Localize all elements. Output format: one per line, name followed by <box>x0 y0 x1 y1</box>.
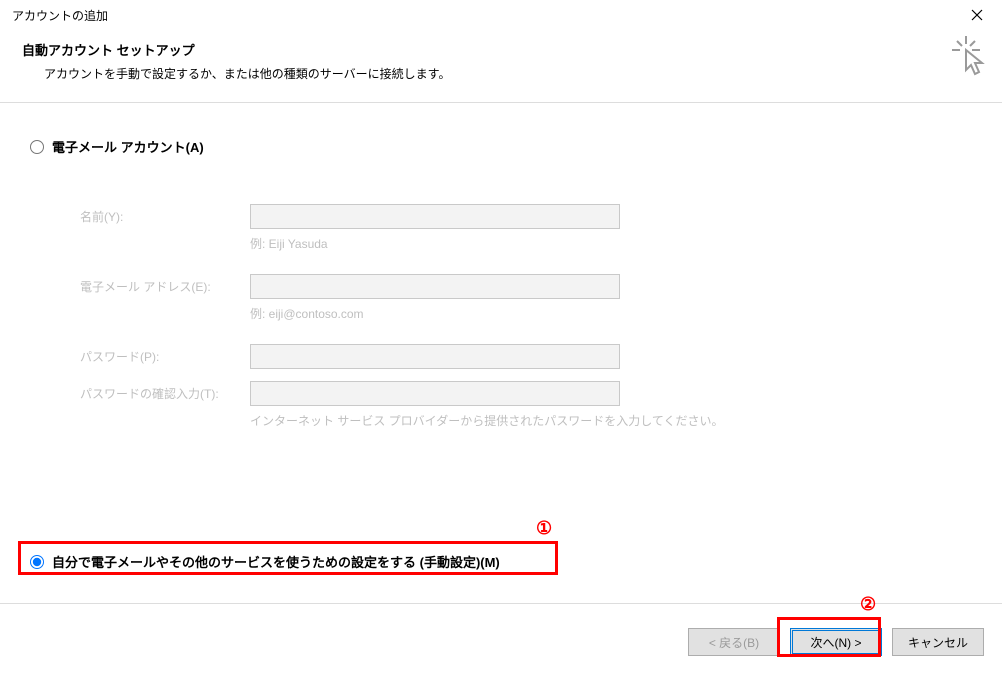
annotation-marker-2: ② <box>860 594 876 615</box>
wizard-cursor-icon <box>952 36 988 79</box>
annotation-marker-1: ① <box>536 518 552 539</box>
email-label: 電子メール アドレス(E): <box>80 278 250 295</box>
name-hint: 例: Eiji Yasuda <box>250 235 972 252</box>
password-hint: インターネット サービス プロバイダーから提供されたパスワードを入力してください… <box>250 412 972 429</box>
email-field <box>250 274 620 299</box>
radio-manual-setup-label: 自分で電子メールやその他のサービスを使うための設定をする (手動設定)(M) <box>52 552 500 571</box>
radio-email-account-label: 電子メール アカウント(A) <box>52 137 204 156</box>
password-field <box>250 344 620 369</box>
password-confirm-label: パスワードの確認入力(T): <box>80 385 250 402</box>
radio-email-account-input[interactable] <box>30 140 44 154</box>
row-name: 名前(Y): <box>80 204 972 229</box>
form-block: 名前(Y): 例: Eiji Yasuda 電子メール アドレス(E): 例: … <box>30 166 972 429</box>
titlebar: アカウントの追加 <box>0 0 1002 30</box>
row-password: パスワード(P): <box>80 344 972 369</box>
radio-email-account[interactable]: 電子メール アカウント(A) <box>30 137 972 156</box>
name-field <box>250 204 620 229</box>
name-label: 名前(Y): <box>80 208 250 225</box>
cancel-button[interactable]: キャンセル <box>892 628 984 656</box>
footer-divider <box>0 603 1002 604</box>
radio-manual-setup[interactable]: 自分で電子メールやその他のサービスを使うための設定をする (手動設定)(M) <box>30 552 500 571</box>
password-label: パスワード(P): <box>80 348 250 365</box>
row-password-confirm: パスワードの確認入力(T): <box>80 381 972 406</box>
row-email: 電子メール アドレス(E): <box>80 274 972 299</box>
radio-manual-setup-input[interactable] <box>30 555 44 569</box>
back-button: < 戻る(B) <box>688 628 780 656</box>
header-subtitle: アカウントを手動で設定するか、または他の種類のサーバーに接続します。 <box>22 65 980 82</box>
wizard-header: 自動アカウント セットアップ アカウントを手動で設定するか、または他の種類のサー… <box>0 30 1002 102</box>
window-title: アカウントの追加 <box>12 7 108 24</box>
password-confirm-field <box>250 381 620 406</box>
email-hint: 例: eiji@contoso.com <box>250 305 972 322</box>
content-area: 電子メール アカウント(A) 名前(Y): 例: Eiji Yasuda 電子メ… <box>0 103 1002 449</box>
close-icon[interactable] <box>962 0 992 30</box>
button-bar: < 戻る(B) 次へ(N) > キャンセル <box>688 628 984 656</box>
header-title: 自動アカウント セットアップ <box>22 40 980 59</box>
next-button[interactable]: 次へ(N) > <box>790 628 882 656</box>
